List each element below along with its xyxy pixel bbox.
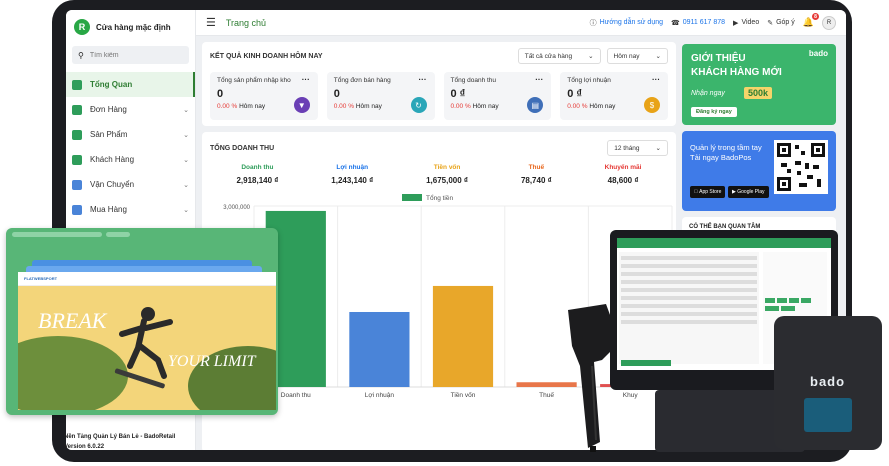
legend-swatch xyxy=(402,194,422,201)
store-avatar: R xyxy=(74,19,90,35)
phone-link[interactable]: ☎ 0911 617 878 xyxy=(671,19,725,27)
chevron-down-icon: ⌄ xyxy=(183,156,189,164)
website-page: FLATWEBSPORT BREAK YOUR LIMIT xyxy=(18,272,276,410)
promo-title-2: KHÁCH HÀNG MỚI xyxy=(691,67,782,78)
site-logo: FLATWEBSPORT xyxy=(24,276,58,281)
sidebar-item-label: Sản Phẩm xyxy=(90,130,128,139)
bado-logo: bado xyxy=(808,49,828,58)
hero-text-1: BREAK xyxy=(38,308,108,333)
sidebar-item-shipping[interactable]: Vận Chuyển ⌄ xyxy=(66,172,195,197)
x-tick-label: Khuy xyxy=(623,392,639,399)
printer-slot xyxy=(804,398,852,432)
sidebar-item-products[interactable]: Sản Phẩm ⌄ xyxy=(66,122,195,147)
x-tick-label: Lợi nhuận xyxy=(365,392,395,399)
receipt-printer: bado xyxy=(774,316,882,450)
skate-hero: BREAK YOUR LIMIT xyxy=(18,286,276,410)
product-icon xyxy=(72,129,82,140)
bell-icon[interactable]: 🔔 8 xyxy=(803,13,819,28)
customer-icon xyxy=(72,154,82,165)
chevron-down-icon: ⌄ xyxy=(183,106,189,114)
search-input[interactable] xyxy=(89,51,170,59)
purchase-icon xyxy=(72,204,82,215)
app-download-banner[interactable]: Quản lý trong tầm tayTải ngay BadoPos  … xyxy=(682,131,836,211)
hero-text-2: YOUR LIMIT xyxy=(168,353,257,370)
sidebar-item-label: Khách Hàng xyxy=(90,155,135,164)
sidebar-search[interactable]: ⚲ xyxy=(72,46,189,64)
sidebar-item-customers[interactable]: Khách Hàng ⌄ xyxy=(66,147,195,172)
referral-banner[interactable]: bado GIỚI THIỆU KHÁCH HÀNG MỚI Nhận ngay … xyxy=(682,44,836,125)
x-tick-label: Tiền vốn xyxy=(451,390,476,399)
sidebar-item-purchase[interactable]: Mua Hàng ⌄ xyxy=(66,197,195,222)
printer-logo: bado xyxy=(810,374,846,389)
url-bar xyxy=(12,231,102,237)
play-icon: ▶ xyxy=(732,189,736,195)
app-store-button[interactable]:  App Store xyxy=(690,186,726,198)
bar-2 xyxy=(349,311,410,387)
store-name: Cửa hàng mặc định xyxy=(96,22,171,32)
x-tick-label: Thuế xyxy=(539,390,554,399)
app-line-2: Tải ngay BadoPos xyxy=(690,153,752,162)
sidebar-item-label: Mua Hàng xyxy=(90,205,127,214)
tab-pill xyxy=(106,231,130,237)
search-icon: ⚲ xyxy=(78,50,84,60)
sidebar-item-overview[interactable]: Tổng Quan xyxy=(66,72,195,97)
chevron-down-icon: ⌄ xyxy=(183,181,189,189)
footer-product: Nền Tảng Quản Lý Bán Lẻ - BadoRetail xyxy=(64,434,176,440)
website-mockup: FLATWEBSPORT BREAK YOUR LIMIT xyxy=(6,228,278,415)
register-button[interactable]: Đăng ký ngay xyxy=(691,107,737,117)
feedback-icon: ✎ xyxy=(767,19,774,27)
dashboard-icon xyxy=(72,79,82,90)
feedback-link[interactable]: ✎ Góp ý xyxy=(767,19,795,27)
promo-amount: 500k xyxy=(744,87,773,99)
promo-title-1: GIỚI THIỆU xyxy=(691,53,746,64)
footer-version: Version 6.0.22 xyxy=(64,444,105,450)
store-switcher[interactable]: R Cửa hàng mặc định xyxy=(66,10,195,44)
video-link[interactable]: ▶ Video xyxy=(733,19,759,27)
video-icon: ▶ xyxy=(733,19,739,27)
apple-icon:  xyxy=(694,189,698,195)
google-play-button[interactable]: ▶ Google Play xyxy=(728,186,769,198)
legend-label: Tổng tiền xyxy=(426,193,453,202)
website-nav: FLATWEBSPORT xyxy=(18,272,276,286)
app-footer: Nền Tảng Quản Lý Bán Lẻ - BadoRetail Ver… xyxy=(64,432,175,452)
chevron-down-icon: ⌄ xyxy=(183,131,189,139)
order-icon xyxy=(72,104,82,115)
promo-now: Nhận ngay xyxy=(691,90,725,97)
y-tick-label: 3,000,000 xyxy=(223,205,250,211)
qr-code-icon xyxy=(774,140,828,194)
x-tick-label: Doanh thu xyxy=(281,392,311,399)
bar-3 xyxy=(432,285,494,387)
sidebar-item-label: Đơn Hàng xyxy=(90,105,127,114)
user-avatar[interactable]: R xyxy=(822,15,836,30)
chevron-down-icon: ⌄ xyxy=(183,206,189,214)
shipping-icon xyxy=(72,179,82,190)
sidebar-item-label: Vận Chuyển xyxy=(90,180,135,189)
sidebar-item-orders[interactable]: Đơn Hàng ⌄ xyxy=(66,97,195,122)
sidebar-item-label: Tổng Quan xyxy=(90,80,133,89)
app-line-1: Quản lý trong tầm tay xyxy=(690,143,762,152)
notification-badge: 8 xyxy=(812,13,819,20)
